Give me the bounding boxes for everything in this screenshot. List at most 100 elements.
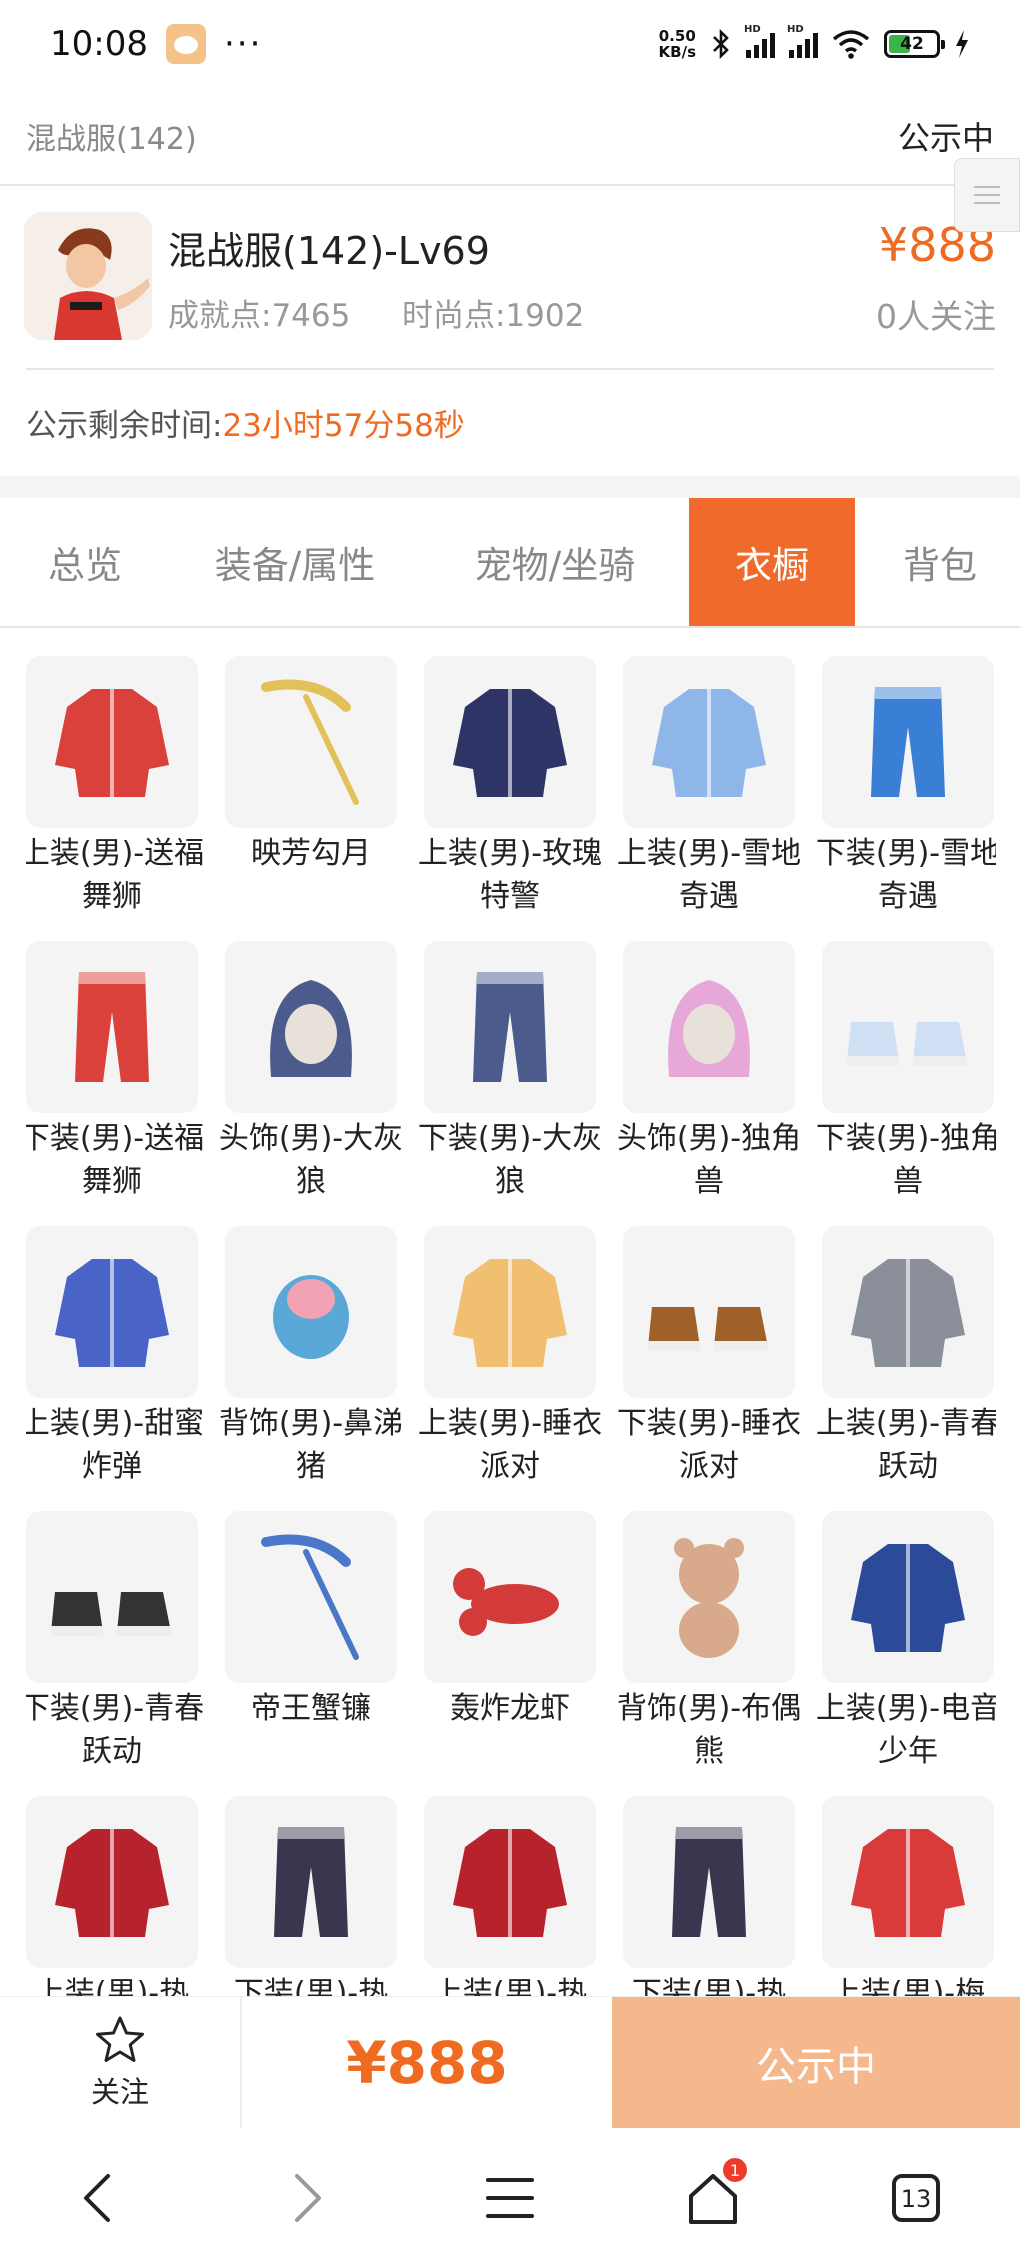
item-thumbnail bbox=[623, 656, 795, 828]
net-speed-unit: KB/s bbox=[658, 43, 696, 61]
wardrobe-item[interactable]: 下装(男)-独角兽 bbox=[816, 941, 996, 1203]
item-name: 下装(男)-独角兽 bbox=[815, 1121, 996, 1199]
item-thumbnail bbox=[822, 656, 994, 828]
wardrobe-item[interactable]: 上装(男)-热 bbox=[26, 1796, 198, 1996]
menu-button[interactable] bbox=[470, 2158, 550, 2238]
achievement-points: 成就点:7465 bbox=[168, 298, 351, 334]
wardrobe-item[interactable]: 头饰(男)-独角兽 bbox=[617, 941, 801, 1203]
wolf-hood-icon bbox=[270, 980, 352, 1077]
forward-button[interactable] bbox=[265, 2158, 345, 2238]
home-button[interactable]: 1 bbox=[673, 2158, 753, 2238]
character-card[interactable]: 混战服(142)-Lv69 成就点:7465 时尚点:1902 ¥888 0人关… bbox=[24, 212, 996, 342]
item-name: 下装(男)-送福舞狮 bbox=[26, 1121, 205, 1199]
bottom-price: ¥888 bbox=[346, 2029, 508, 2097]
police-coat-icon bbox=[453, 689, 567, 797]
wardrobe-item[interactable]: 背饰(男)-布偶熊 bbox=[617, 1511, 801, 1773]
character-title: 混战服(142)-Lv69 bbox=[168, 229, 490, 273]
home-badge: 1 bbox=[723, 2158, 747, 2182]
youth-jacket-icon bbox=[851, 1259, 965, 1367]
floating-scroll-handle[interactable] bbox=[954, 158, 1020, 232]
varsity-jacket-icon bbox=[851, 1544, 965, 1652]
item-thumbnail bbox=[623, 1796, 795, 1968]
item-thumbnail bbox=[424, 1226, 596, 1398]
bottom-action-bar: 关注 ¥888 公示中 bbox=[0, 1996, 1020, 2129]
bluetooth-icon bbox=[713, 28, 729, 60]
wardrobe-item[interactable]: 背饰(男)-鼻涕猪 bbox=[219, 1226, 403, 1488]
item-name: 上装(男)-玫瑰特警 bbox=[417, 836, 603, 914]
battery-icon: 42 bbox=[884, 30, 945, 58]
tab-overview[interactable]: 总览 bbox=[0, 498, 170, 626]
item-thumbnail bbox=[26, 1226, 198, 1398]
listing-status: 公示中 bbox=[897, 119, 994, 157]
star-icon bbox=[96, 2016, 144, 2062]
tab-pets-mounts[interactable]: 宠物/坐骑 bbox=[440, 498, 670, 626]
tabs-button[interactable]: 13 bbox=[876, 2158, 956, 2238]
item-thumbnail bbox=[225, 1511, 397, 1683]
item-thumbnail bbox=[623, 941, 795, 1113]
item-thumbnail bbox=[623, 1511, 795, 1683]
item-name: 背饰(男)-布偶熊 bbox=[616, 1691, 802, 1769]
wardrobe-item[interactable]: 上装(男)-梅 bbox=[822, 1796, 994, 1996]
section-gap bbox=[0, 476, 1020, 498]
chevron-right-icon bbox=[295, 2174, 321, 2222]
wardrobe-item[interactable]: 映芳勾月 bbox=[225, 656, 397, 875]
wardrobe-item[interactable]: 头饰(男)-大灰狼 bbox=[219, 941, 403, 1203]
back-button[interactable] bbox=[60, 2158, 140, 2238]
net-speed-value: 0.50 bbox=[658, 27, 696, 45]
wardrobe-item[interactable]: 上装(男)-热 bbox=[424, 1796, 596, 1996]
tab-backpack[interactable]: 背包 bbox=[870, 498, 1010, 626]
tab-bar: 总览 装备/属性 宠物/坐骑 衣橱 背包 bbox=[0, 498, 1020, 628]
red-black-jacket-icon bbox=[55, 1829, 169, 1937]
follow-button[interactable]: 关注 bbox=[0, 1997, 242, 2129]
crab-scythe-icon bbox=[261, 1534, 359, 1660]
item-thumbnail bbox=[623, 1226, 795, 1398]
wardrobe-item[interactable]: 上装(男)-送福舞狮 bbox=[26, 656, 204, 918]
item-thumbnail bbox=[225, 1226, 397, 1398]
wardrobe-item[interactable]: 下装(男)-雪地奇遇 bbox=[816, 656, 996, 918]
follow-label: 关注 bbox=[90, 2075, 149, 2109]
signal-1-icon: HD bbox=[744, 24, 775, 58]
tab-wardrobe[interactable]: 衣橱 bbox=[689, 498, 855, 626]
wardrobe-item[interactable]: 上装(男)-甜蜜炸弹 bbox=[26, 1226, 204, 1488]
item-thumbnail bbox=[822, 1226, 994, 1398]
countdown-label: 公示剩余时间: bbox=[26, 408, 223, 444]
tab-equipment[interactable]: 装备/属性 bbox=[180, 498, 410, 626]
red-robe-icon bbox=[851, 1829, 965, 1937]
lobster-icon bbox=[453, 1568, 559, 1636]
wardrobe-item[interactable]: 下装(男)-送福舞狮 bbox=[26, 941, 204, 1203]
wardrobe-item[interactable]: 帝王蟹镰 bbox=[225, 1511, 397, 1730]
snow-shorts-icon bbox=[871, 687, 945, 797]
pajama-slippers-icon bbox=[648, 1307, 768, 1351]
tabs-count: 13 bbox=[901, 2185, 932, 2213]
wardrobe-item[interactable]: 下装(男)-热 bbox=[623, 1796, 795, 1996]
wardrobe-item[interactable]: 下装(男)-热 bbox=[225, 1796, 397, 1996]
sneakers-icon bbox=[51, 1592, 171, 1636]
wardrobe-item[interactable]: 上装(男)-青春跃动 bbox=[816, 1226, 996, 1488]
wardrobe-item[interactable]: 上装(男)-玫瑰特警 bbox=[418, 656, 602, 918]
wardrobe-item[interactable]: 下装(男)-青春跃动 bbox=[26, 1511, 204, 1773]
wardrobe-item[interactable]: 上装(男)-睡衣派对 bbox=[418, 1226, 602, 1488]
item-name: 下装(男)-睡衣派对 bbox=[616, 1406, 802, 1484]
wardrobe-item[interactable]: 下装(男)-大灰狼 bbox=[418, 941, 602, 1203]
status-bar: 10:08 ··· 0.50 KB/s HD HD 42 bbox=[0, 0, 1020, 88]
follower-count: 0人关注 bbox=[876, 297, 996, 336]
item-thumbnail bbox=[822, 1796, 994, 1968]
item-name: 轰炸龙虾 bbox=[450, 1691, 570, 1726]
wardrobe-item[interactable]: 下装(男)-睡衣派对 bbox=[617, 1226, 801, 1488]
wardrobe-item[interactable]: 轰炸龙虾 bbox=[424, 1511, 596, 1730]
sweet-bomb-coat-icon bbox=[55, 1259, 169, 1367]
item-name: 上装(男)-热 bbox=[34, 1976, 190, 1996]
wardrobe-item[interactable]: 上装(男)-雪地奇遇 bbox=[617, 656, 801, 918]
publicity-status-button[interactable]: 公示中 bbox=[612, 1997, 1020, 2129]
wardrobe-item[interactable]: 上装(男)-电音少年 bbox=[816, 1511, 996, 1773]
unicorn-shoes-icon bbox=[847, 1022, 967, 1066]
fashion-points: 时尚点:1902 bbox=[402, 298, 585, 334]
pig-backpack-icon bbox=[273, 1275, 349, 1359]
item-thumbnail bbox=[822, 941, 994, 1113]
item-name: 下装(男)-青春跃动 bbox=[26, 1691, 205, 1769]
clock: 10:08 bbox=[50, 24, 148, 64]
character-avatar bbox=[24, 212, 152, 340]
item-name: 下装(男)-热 bbox=[233, 1976, 389, 1996]
tabs-icon: 13 bbox=[892, 2174, 940, 2222]
item-thumbnail bbox=[26, 1511, 198, 1683]
